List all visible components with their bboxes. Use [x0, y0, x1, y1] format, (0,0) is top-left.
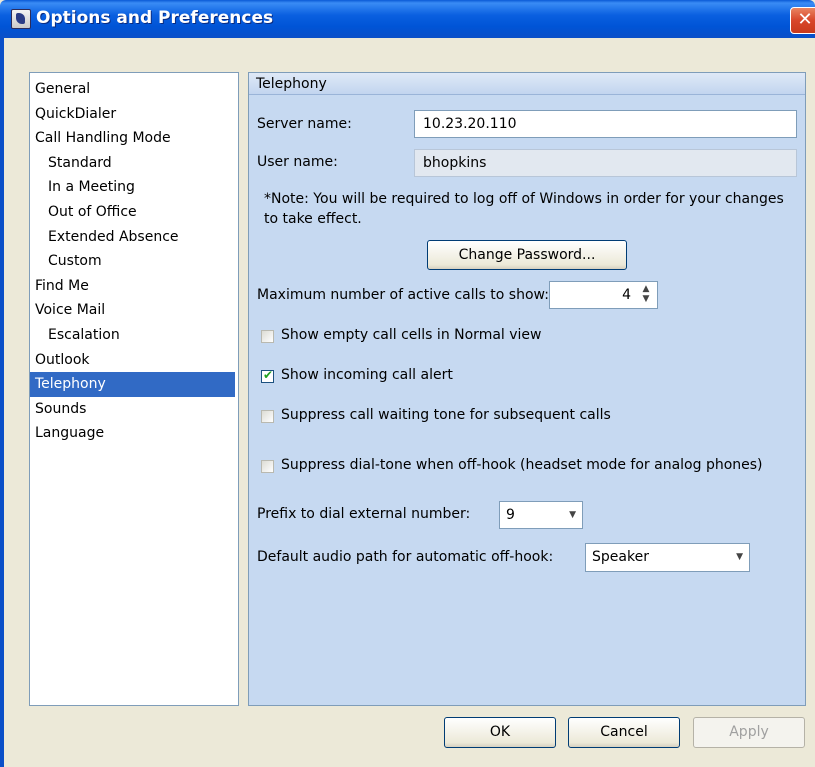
max-active-calls-value[interactable]: 4 — [622, 282, 631, 308]
nav-item-telephony[interactable]: Telephony — [30, 372, 235, 397]
spin-up-icon[interactable]: ▲ — [639, 284, 653, 294]
apply-button[interactable]: Apply — [693, 717, 805, 748]
server-name-label: Server name: — [257, 116, 352, 132]
category-list[interactable]: General QuickDialer Call Handling Mode S… — [29, 72, 239, 706]
nav-item-general[interactable]: General — [30, 77, 238, 102]
audio-path-dropdown[interactable]: Speaker ▼ — [585, 543, 750, 572]
suppress-dial-tone-label[interactable]: Suppress dial-tone when off-hook (headse… — [281, 457, 763, 473]
nav-item-outlook[interactable]: Outlook — [30, 348, 238, 373]
nav-item-out-of-office[interactable]: Out of Office — [30, 200, 238, 225]
log-off-note: *Note: You will be required to log off o… — [264, 191, 784, 227]
suppress-call-waiting-checkbox[interactable] — [261, 410, 274, 423]
app-phone-icon — [11, 9, 31, 29]
nav-item-sounds[interactable]: Sounds — [30, 397, 238, 422]
title-bar[interactable]: Options and Preferences ✕ — [0, 0, 815, 38]
ok-button[interactable]: OK — [444, 717, 556, 748]
close-button[interactable]: ✕ — [790, 7, 815, 34]
cancel-button[interactable]: Cancel — [568, 717, 680, 748]
max-active-calls-spinner[interactable]: 4 ▲ ▼ — [549, 281, 658, 309]
nav-item-quickdialer[interactable]: QuickDialer — [30, 102, 238, 127]
change-password-button[interactable]: Change Password... — [427, 240, 627, 270]
close-icon: ✕ — [797, 9, 813, 30]
nav-item-language[interactable]: Language — [30, 421, 238, 446]
audio-path-value: Speaker — [592, 549, 649, 565]
dial-prefix-dropdown[interactable]: 9 ▼ — [499, 501, 583, 529]
nav-item-find-me[interactable]: Find Me — [30, 274, 238, 299]
audio-path-label: Default audio path for automatic off-hoo… — [257, 549, 554, 565]
spinner-arrows[interactable]: ▲ ▼ — [639, 284, 653, 306]
checkmark-icon: ✔ — [263, 368, 274, 382]
window-border — [0, 38, 4, 767]
user-name-field: bhopkins — [414, 149, 797, 177]
spin-down-icon[interactable]: ▼ — [639, 294, 653, 304]
suppress-dial-tone-checkbox[interactable] — [261, 460, 274, 473]
show-incoming-alert-label[interactable]: Show incoming call alert — [281, 367, 453, 383]
nav-item-voice-mail[interactable]: Voice Mail — [30, 298, 238, 323]
show-empty-cells-label[interactable]: Show empty call cells in Normal view — [281, 327, 541, 343]
server-name-field[interactable]: 10.23.20.110 — [414, 110, 797, 138]
nav-item-extended-absence[interactable]: Extended Absence — [30, 225, 238, 250]
user-name-label: User name: — [257, 154, 338, 170]
dropdown-arrow-icon[interactable]: ▼ — [736, 544, 743, 570]
nav-item-standard[interactable]: Standard — [30, 151, 238, 176]
dial-prefix-value: 9 — [506, 507, 515, 523]
window-title: Options and Preferences — [36, 8, 274, 28]
show-empty-cells-checkbox[interactable] — [261, 330, 274, 343]
nav-item-custom[interactable]: Custom — [30, 249, 238, 274]
telephony-panel: Telephony Server name: 10.23.20.110 User… — [248, 72, 806, 706]
panel-title: Telephony — [249, 73, 805, 95]
show-incoming-alert-checkbox[interactable]: ✔ — [261, 368, 274, 383]
dropdown-arrow-icon[interactable]: ▼ — [569, 502, 576, 528]
nav-item-escalation[interactable]: Escalation — [30, 323, 238, 348]
nav-item-in-a-meeting[interactable]: In a Meeting — [30, 175, 238, 200]
max-active-calls-label: Maximum number of active calls to show: — [257, 287, 549, 303]
options-dialog: Options and Preferences ✕ General QuickD… — [0, 0, 815, 767]
dial-prefix-label: Prefix to dial external number: — [257, 506, 471, 522]
nav-item-call-handling-mode[interactable]: Call Handling Mode — [30, 126, 238, 151]
suppress-call-waiting-label[interactable]: Suppress call waiting tone for subsequen… — [281, 407, 611, 423]
